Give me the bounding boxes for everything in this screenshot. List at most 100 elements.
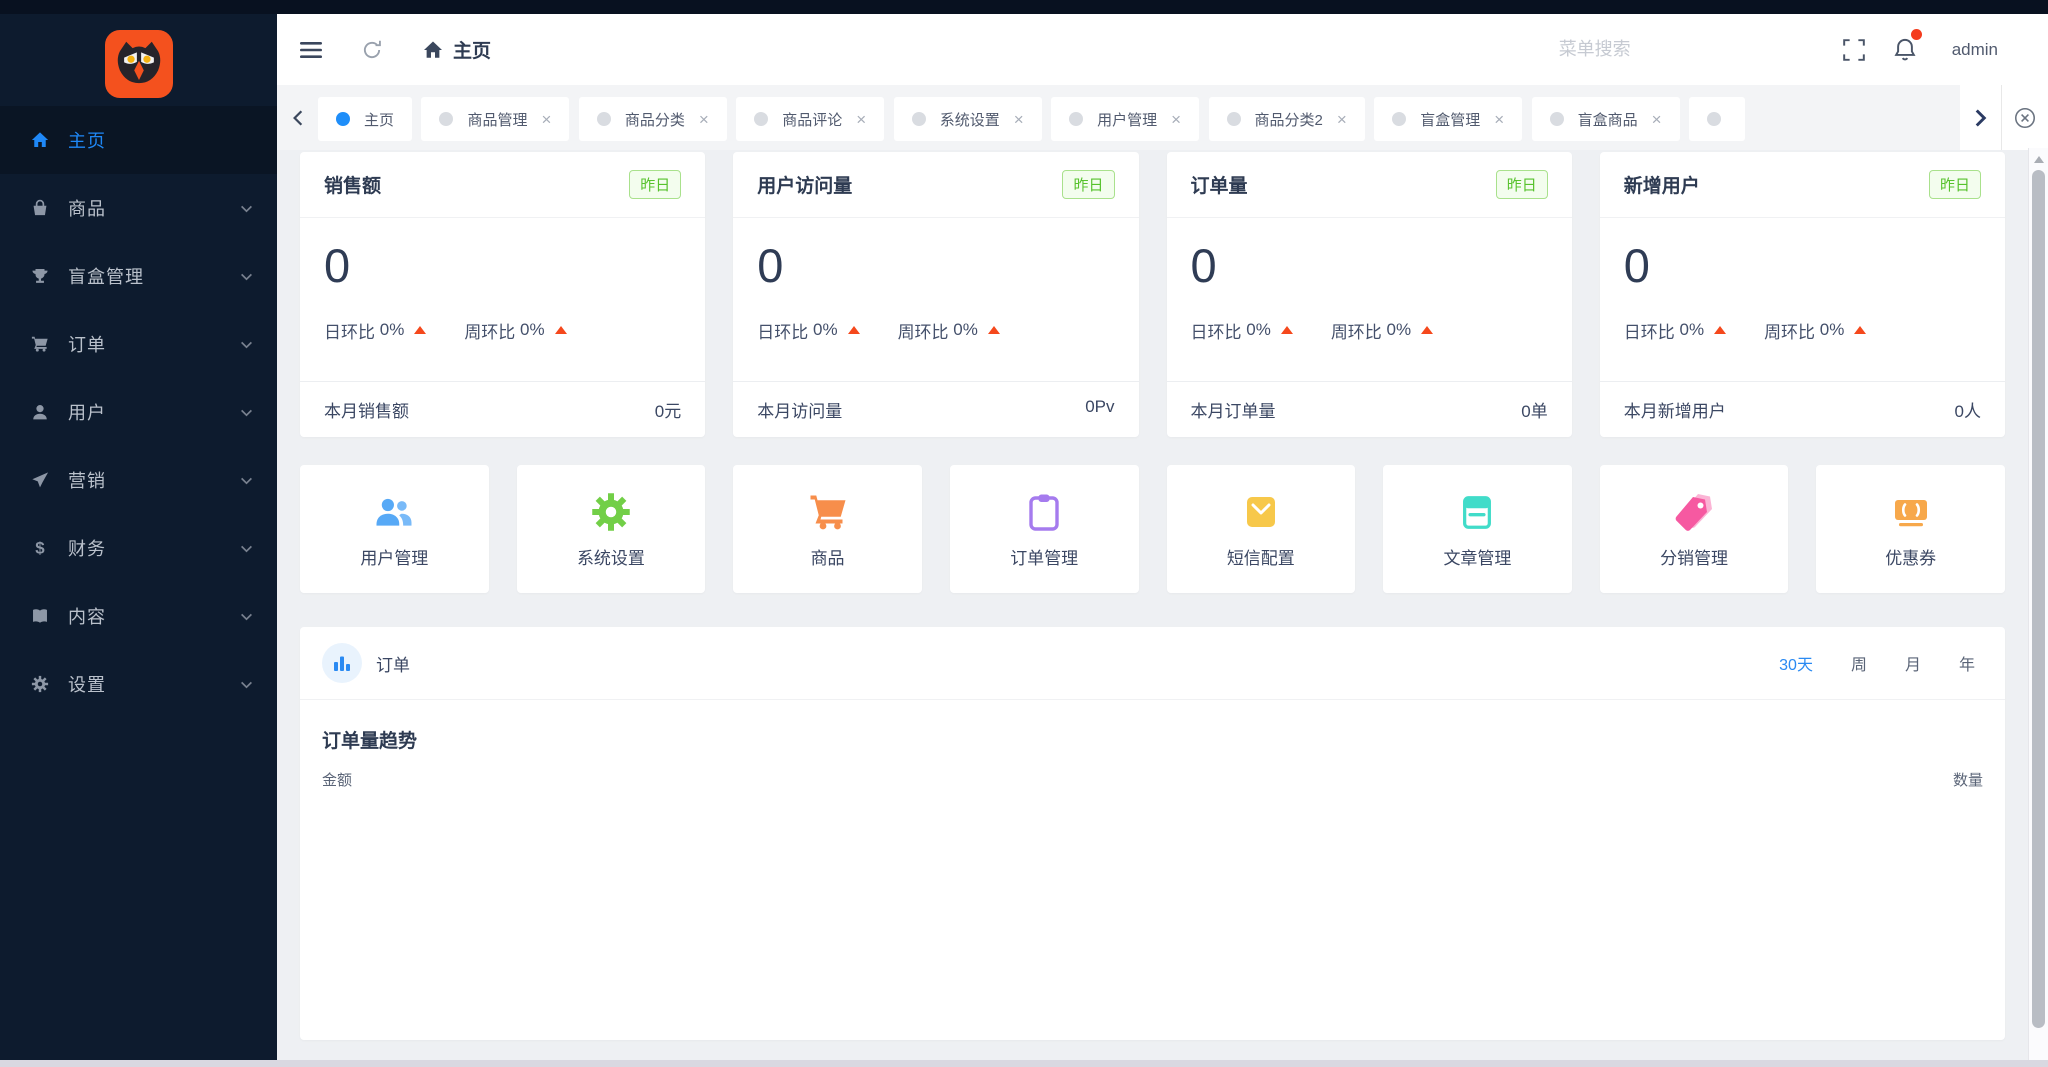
shortcut-sms-config[interactable]: 短信配置 [1167, 465, 1356, 593]
yesterday-badge: 昨日 [1929, 170, 1981, 199]
stat-card-new-users: 新增用户昨日 0 日环比 0% 周环比 0% 本月新增用户0人 [1600, 152, 2005, 437]
day-ratio-label: 日环比 [324, 318, 375, 343]
owl-logo[interactable] [105, 30, 173, 98]
sidebar-item-marketing[interactable]: 营销 [0, 446, 277, 514]
tab-label: 系统设置 [940, 109, 1000, 130]
tab-goods-category2[interactable]: 商品分类2× [1209, 97, 1365, 141]
week-ratio-value: 0% [953, 320, 978, 340]
user-icon [30, 402, 50, 422]
sidebar-item-users[interactable]: 用户 [0, 378, 277, 446]
banknote-icon [1891, 490, 1931, 534]
week-ratio-value: 0% [520, 320, 545, 340]
sidebar-item-goods[interactable]: 商品 [0, 174, 277, 242]
stat-title: 用户访问量 [757, 171, 852, 198]
tabs-scroll-left-icon[interactable] [277, 85, 318, 150]
tab-dot [336, 112, 350, 126]
shortcut-distribution-manage[interactable]: 分销管理 [1600, 465, 1789, 593]
fullscreen-icon[interactable] [1842, 38, 1866, 62]
tabs-strip: 主页 商品管理× 商品分类× 商品评论× 系统设置× 用户管理× 商品分类2× … [318, 85, 1960, 150]
menu-search-input[interactable] [1559, 39, 1824, 60]
notification-bell-icon[interactable] [1892, 37, 1918, 63]
up-triangle-icon [1854, 326, 1866, 334]
tab-goods-manage[interactable]: 商品管理× [421, 97, 569, 141]
day-ratio-value: 0% [813, 320, 838, 340]
tab-close-icon[interactable]: × [1652, 111, 1662, 128]
tab-close-icon[interactable]: × [699, 111, 709, 128]
chevron-down-icon [240, 202, 253, 215]
day-ratio-value: 0% [1679, 320, 1704, 340]
refresh-icon[interactable] [361, 39, 383, 61]
shortcut-user-manage[interactable]: 用户管理 [300, 465, 489, 593]
range-week[interactable]: 周 [1851, 651, 1867, 675]
sidebar-item-label: 内容 [68, 603, 240, 629]
svg-text:$: $ [35, 539, 45, 557]
tab-dot [1392, 112, 1406, 126]
stat-card-sales: 销售额昨日 0 日环比 0% 周环比 0% 本月销售额0元 [300, 152, 705, 437]
day-ratio-label: 日环比 [1624, 318, 1675, 343]
home-icon [30, 130, 50, 150]
sidebar-item-finance[interactable]: $ 财务 [0, 514, 277, 582]
scrollbar-up-arrow[interactable] [2034, 156, 2044, 163]
tab-goods-category[interactable]: 商品分类× [579, 97, 727, 141]
tab-partial[interactable] [1689, 97, 1745, 141]
sidebar-item-label: 用户 [68, 399, 240, 425]
chevron-down-icon [240, 270, 253, 283]
chart-panel-title: 订单 [376, 651, 410, 676]
tab-close-icon[interactable]: × [856, 111, 866, 128]
credit-card-icon [1458, 490, 1496, 534]
tab-close-icon[interactable]: × [541, 111, 551, 128]
shortcut-article-manage[interactable]: 文章管理 [1383, 465, 1572, 593]
chevron-down-icon [240, 678, 253, 691]
week-ratio-value: 0% [1820, 320, 1845, 340]
tab-dot [1707, 112, 1721, 126]
tab-blindbox-manage[interactable]: 盲盒管理× [1374, 97, 1522, 141]
shortcut-label: 用户管理 [360, 544, 428, 569]
day-ratio-value: 0% [1246, 320, 1271, 340]
yesterday-badge: 昨日 [1062, 170, 1114, 199]
hamburger-menu-icon[interactable] [299, 38, 323, 62]
tab-close-icon[interactable]: × [1171, 111, 1181, 128]
gear-icon [30, 674, 50, 694]
stat-footer-label: 本月新增用户 [1624, 397, 1726, 422]
stat-card-orders: 订单量昨日 0 日环比 0% 周环比 0% 本月订单量0单 [1167, 152, 1572, 437]
scrollbar-thumb[interactable] [2032, 170, 2045, 1028]
day-ratio-value: 0% [380, 320, 405, 340]
tab-close-icon[interactable]: × [1494, 111, 1504, 128]
shortcut-coupon[interactable]: 优惠券 [1816, 465, 2005, 593]
chevron-down-icon [240, 406, 253, 419]
tab-blindbox-goods[interactable]: 盲盒商品× [1532, 97, 1680, 141]
tab-dot [597, 112, 611, 126]
tab-close-icon[interactable]: × [1014, 111, 1024, 128]
tab-close-icon[interactable]: × [1337, 111, 1347, 128]
mail-icon [1241, 490, 1281, 534]
sidebar-item-orders[interactable]: 订单 [0, 310, 277, 378]
range-30days[interactable]: 30天 [1779, 651, 1813, 675]
day-ratio-label: 日环比 [757, 318, 808, 343]
y-axis-right-label: 数量 [1953, 769, 1983, 790]
sidebar-item-home[interactable]: 主页 [0, 106, 277, 174]
shortcut-goods[interactable]: 商品 [733, 465, 922, 593]
tabs-scroll-right-icon[interactable] [1960, 85, 2002, 150]
user-menu[interactable]: admin [1952, 40, 1998, 60]
breadcrumb[interactable]: 主页 [423, 36, 491, 63]
shortcut-system-settings[interactable]: 系统设置 [517, 465, 706, 593]
close-all-tabs-icon[interactable] [2002, 85, 2048, 150]
shortcut-label: 系统设置 [577, 544, 645, 569]
shortcut-order-manage[interactable]: 订单管理 [950, 465, 1139, 593]
sidebar-item-label: 订单 [68, 331, 240, 357]
chart-plot-area [322, 790, 1983, 1050]
basket-icon [30, 198, 50, 218]
tab-home[interactable]: 主页 [318, 97, 412, 141]
vertical-scrollbar[interactable] [2028, 148, 2048, 1060]
tab-user-manage[interactable]: 用户管理× [1051, 97, 1199, 141]
main-content: 销售额昨日 0 日环比 0% 周环比 0% 本月销售额0元 用户访问量昨日 0 … [277, 150, 2048, 1060]
tab-goods-review[interactable]: 商品评论× [736, 97, 884, 141]
sidebar-item-settings[interactable]: 设置 [0, 650, 277, 718]
sidebar-item-blindbox[interactable]: 盲盒管理 [0, 242, 277, 310]
range-year[interactable]: 年 [1959, 651, 1975, 675]
range-month[interactable]: 月 [1905, 651, 1921, 675]
sidebar-item-label: 主页 [68, 127, 253, 153]
chart-title: 订单量趋势 [322, 726, 1983, 753]
sidebar-item-content[interactable]: 内容 [0, 582, 277, 650]
tab-system-settings[interactable]: 系统设置 × [894, 97, 1042, 141]
